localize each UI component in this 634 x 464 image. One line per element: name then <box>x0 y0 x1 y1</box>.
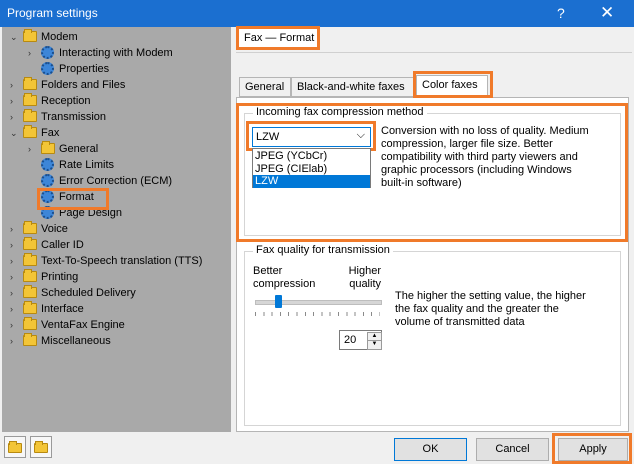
program-settings-window: Program settings ? ✕ ⌄ Modem › Interacting … <box>0 0 634 464</box>
quality-stepper[interactable]: 20 ▲ ▼ <box>339 330 382 350</box>
title-bar: Program settings ? ✕ <box>0 0 634 27</box>
tree-item-label: Folders and Files <box>41 79 126 91</box>
tree-item-label: General <box>59 143 99 155</box>
folder-icon <box>23 269 37 282</box>
compression-description-line: built-in software) <box>381 177 462 189</box>
tree-item-label: Miscellaneous <box>41 335 111 347</box>
tree-item-label: Interacting with Modem <box>59 47 173 59</box>
breadcrumb: Fax — Format <box>236 26 320 50</box>
tree-item-label: Voice <box>41 223 68 235</box>
quality-description-line: The higher the setting value, the higher <box>395 290 586 302</box>
tree-item-label: Modem <box>41 31 78 43</box>
chevron-right-icon[interactable]: › <box>10 301 20 317</box>
tree-item-label: Fax <box>41 127 60 139</box>
quality-description-line: the fax quality and the greater the <box>395 303 559 315</box>
chevron-right-icon[interactable]: › <box>10 109 20 125</box>
chevron-right-icon[interactable]: › <box>10 269 20 285</box>
chevron-right-icon[interactable]: › <box>10 285 20 301</box>
tab-highlight <box>413 71 493 98</box>
tree-item-label: Rate Limits <box>59 159 115 171</box>
quality-slider-ticks <box>255 312 380 316</box>
quality-description-line: volume of transmitted data <box>395 316 525 328</box>
gear-icon <box>41 174 54 187</box>
divider <box>236 52 632 53</box>
compression-description-line: compression, larger file size. Better <box>381 138 553 150</box>
compression-dropdown[interactable]: JPEG (YCbCr) JPEG (CIElab) LZW <box>252 148 371 188</box>
folder-icon <box>23 125 37 138</box>
chevron-right-icon[interactable]: › <box>10 253 20 269</box>
cancel-button[interactable]: Cancel <box>476 438 549 461</box>
compression-description-line: compatibility with third party viewers a… <box>381 151 578 163</box>
close-icon[interactable]: ✕ <box>600 3 614 23</box>
folder-icon <box>8 441 22 453</box>
label-line: quality <box>349 278 381 290</box>
gear-icon <box>41 46 54 59</box>
chevron-right-icon[interactable]: › <box>28 141 38 157</box>
label-line: Better <box>253 265 283 277</box>
window-title: Program settings <box>7 6 98 20</box>
folder-icon <box>23 93 37 106</box>
apply-highlight <box>552 433 632 464</box>
chevron-right-icon[interactable]: › <box>28 45 38 61</box>
quality-legend: Fax quality for transmission <box>253 244 393 256</box>
expand-all-button[interactable] <box>4 436 26 458</box>
folder-open-icon <box>34 441 48 453</box>
folder-icon <box>23 77 37 90</box>
gear-icon <box>41 62 54 75</box>
folder-icon <box>23 29 37 42</box>
tree-item-label: Text-To-Speech translation (TTS) <box>41 255 203 267</box>
decrement-icon[interactable]: ▼ <box>367 340 382 350</box>
chevron-right-icon[interactable]: › <box>10 77 20 93</box>
folder-icon <box>23 333 37 346</box>
chevron-right-icon[interactable]: › <box>10 333 20 349</box>
folder-icon <box>23 109 37 122</box>
tab-black-and-white-faxes[interactable]: Black-and-white faxes <box>291 77 415 97</box>
tree-item-label: Scheduled Delivery <box>41 287 136 299</box>
tree-item-label: Reception <box>41 95 91 107</box>
chevron-right-icon[interactable]: › <box>10 317 20 333</box>
quality-slider-thumb[interactable] <box>275 295 282 308</box>
compression-select-highlight <box>246 121 376 151</box>
tree-item-label: Error Correction (ECM) <box>59 175 173 187</box>
option-lzw[interactable]: LZW <box>253 175 370 188</box>
tree-item-label: Properties <box>59 63 110 75</box>
label-line: Higher <box>348 265 381 277</box>
compression-description-line: Conversion with no loss of quality. Medi… <box>381 125 589 137</box>
chevron-right-icon[interactable]: › <box>10 93 20 109</box>
option-jpeg-ycbcr[interactable]: JPEG (YCbCr) <box>253 150 370 163</box>
collapse-all-button[interactable] <box>30 436 52 458</box>
help-icon[interactable]: ? <box>557 5 565 21</box>
tree-item-label: Caller ID <box>41 239 84 251</box>
compression-description-line: graphic processors (including Windows <box>381 164 572 176</box>
chevron-right-icon[interactable]: › <box>10 221 20 237</box>
folder-icon <box>23 221 37 234</box>
tree-item-label: VentaFax Engine <box>41 319 125 331</box>
quality-description: The higher the setting value, the higher… <box>395 290 586 329</box>
tree-toolbar <box>2 433 56 461</box>
folder-icon <box>23 285 37 298</box>
folder-icon <box>41 141 55 154</box>
tab-general[interactable]: General <box>239 77 291 97</box>
folder-icon <box>23 301 37 314</box>
tree-item-label: Printing <box>41 271 79 283</box>
chevron-down-icon[interactable]: ⌄ <box>10 125 20 141</box>
chevron-down-icon[interactable]: ⌄ <box>10 29 20 45</box>
label-line: compression <box>253 278 316 290</box>
folder-icon <box>23 253 37 266</box>
folder-icon <box>23 237 37 250</box>
better-compression-label: Better compression <box>253 265 315 291</box>
tree-item-label: Transmission <box>41 111 106 123</box>
gear-icon <box>41 158 54 171</box>
tree-item-label: Interface <box>41 303 84 315</box>
higher-quality-label: Higher quality <box>344 265 381 291</box>
chevron-right-icon[interactable]: › <box>10 237 20 253</box>
settings-tree[interactable]: ⌄ Modem › Interacting with Modem Properties ›… <box>2 27 231 432</box>
breadcrumb-label: Fax — Format <box>244 32 315 44</box>
folder-icon <box>23 317 37 330</box>
format-highlight <box>37 188 109 210</box>
ok-button[interactable]: OK <box>394 438 467 461</box>
compression-description: Conversion with no loss of quality. Medi… <box>381 125 589 190</box>
quality-value[interactable]: 20 <box>344 334 356 346</box>
